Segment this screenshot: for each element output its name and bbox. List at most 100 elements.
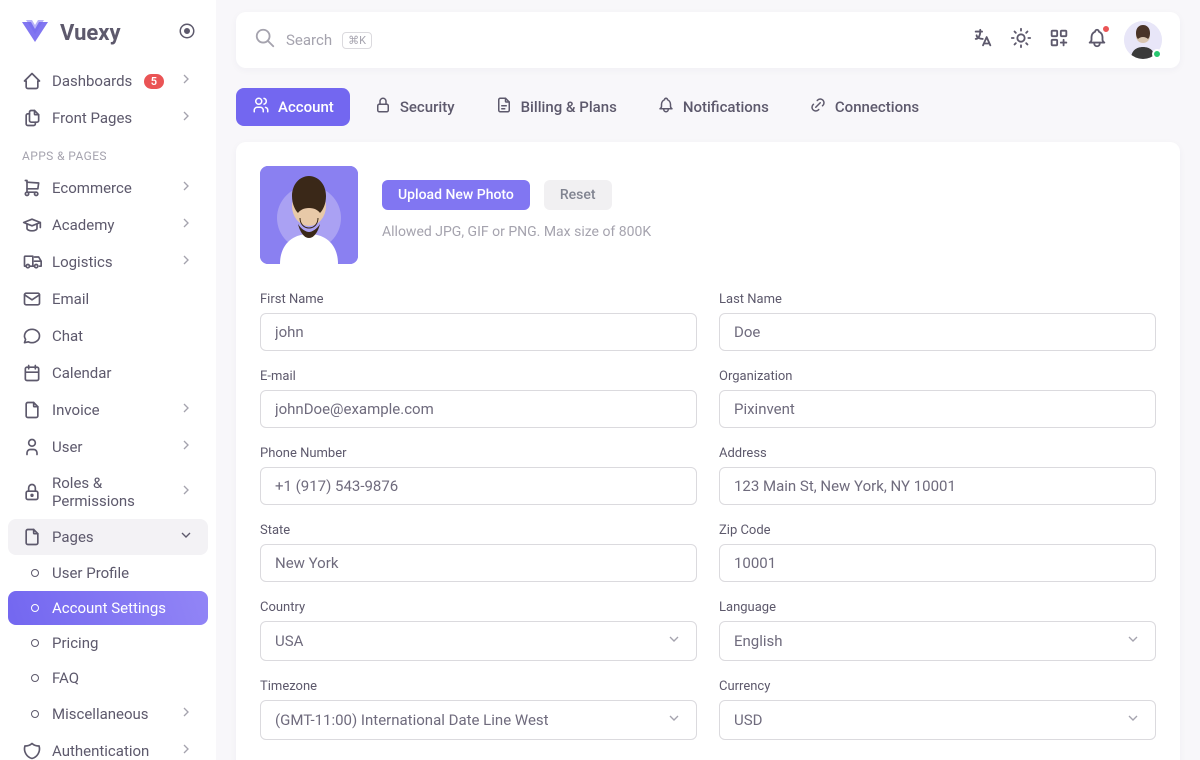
chevron-right-icon	[178, 482, 194, 502]
search-input[interactable]: Search ⌘K	[254, 27, 960, 53]
shield-icon	[22, 741, 42, 760]
nav-label: Ecommerce	[52, 179, 168, 197]
apps-icon[interactable]	[1048, 27, 1070, 53]
language-icon[interactable]	[972, 27, 994, 53]
school-icon	[22, 215, 42, 235]
sidebar-item-dashboards[interactable]: Dashboards 5	[8, 63, 208, 99]
nav-label: User Profile	[52, 564, 129, 582]
nav-label: User	[52, 438, 168, 456]
sidebar-item-academy[interactable]: Academy	[8, 207, 208, 243]
tab-notifications[interactable]: Notifications	[641, 88, 785, 126]
field-timezone: Timezone (GMT-11:00) International Date …	[260, 679, 697, 740]
field-label: Language	[719, 600, 1156, 615]
chevron-right-icon	[178, 400, 194, 420]
tab-account[interactable]: Account	[236, 88, 350, 126]
sidebar-item-calendar[interactable]: Calendar	[8, 355, 208, 391]
phone-input[interactable]	[260, 467, 697, 505]
dot-icon	[28, 636, 42, 650]
badge-count: 5	[144, 74, 164, 89]
email-input[interactable]	[260, 390, 697, 428]
field-label: Currency	[719, 679, 1156, 694]
sidebar-item-user[interactable]: User	[8, 429, 208, 465]
chevron-right-icon	[178, 437, 194, 457]
sidebar-sub-account-settings[interactable]: Account Settings	[8, 591, 208, 625]
sidebar-item-logistics[interactable]: Logistics	[8, 244, 208, 280]
tab-connections[interactable]: Connections	[793, 88, 935, 126]
field-currency: Currency USD	[719, 679, 1156, 740]
cart-icon	[22, 178, 42, 198]
link-icon	[809, 96, 827, 118]
header-bar: Search ⌘K	[236, 12, 1180, 68]
theme-icon[interactable]	[1010, 27, 1032, 53]
field-label: State	[260, 523, 697, 538]
home-icon	[22, 71, 42, 91]
nav-label: Dashboards	[52, 72, 134, 90]
nav-label: Academy	[52, 216, 168, 234]
file-icon	[495, 96, 513, 118]
field-phone: Phone Number	[260, 446, 697, 505]
brand[interactable]: Vuexy	[8, 12, 208, 62]
nav-label: Invoice	[52, 401, 168, 419]
nav-label: Miscellaneous	[52, 705, 168, 723]
address-input[interactable]	[719, 467, 1156, 505]
sidebar-item-email[interactable]: Email	[8, 281, 208, 317]
sidebar-sub-pricing[interactable]: Pricing	[8, 626, 208, 660]
organization-input[interactable]	[719, 390, 1156, 428]
state-input[interactable]	[260, 544, 697, 582]
brand-logo-icon	[20, 20, 50, 46]
sidebar-item-chat[interactable]: Chat	[8, 318, 208, 354]
tab-label: Connections	[835, 98, 919, 116]
zip-input[interactable]	[719, 544, 1156, 582]
tab-label: Security	[400, 98, 455, 116]
calendar-icon	[22, 363, 42, 383]
tab-label: Billing & Plans	[521, 98, 617, 116]
sidebar-sub-user-profile[interactable]: User Profile	[8, 556, 208, 590]
last-name-input[interactable]	[719, 313, 1156, 351]
field-state: State	[260, 523, 697, 582]
sidebar-item-front-pages[interactable]: Front Pages	[8, 100, 208, 136]
radio-target-icon[interactable]	[178, 22, 196, 44]
chevron-right-icon	[178, 741, 194, 760]
field-label: First Name	[260, 292, 697, 307]
field-address: Address	[719, 446, 1156, 505]
field-language: Language English	[719, 600, 1156, 661]
bell-icon	[657, 96, 675, 118]
nav-label: Roles & Permissions	[52, 474, 168, 510]
timezone-select[interactable]: (GMT-11:00) International Date Line West	[260, 700, 697, 740]
upload-photo-button[interactable]: Upload New Photo	[382, 180, 530, 210]
sidebar-item-invoice[interactable]: Invoice	[8, 392, 208, 428]
sidebar-item-ecommerce[interactable]: Ecommerce	[8, 170, 208, 206]
nav-label: Front Pages	[52, 109, 168, 127]
sidebar-item-roles[interactable]: Roles & Permissions	[8, 466, 208, 518]
sidebar-item-pages[interactable]: Pages	[8, 519, 208, 555]
currency-select[interactable]: USD	[719, 700, 1156, 740]
sidebar-sub-faq[interactable]: FAQ	[8, 661, 208, 695]
profile-photo	[260, 166, 358, 264]
field-label: E-mail	[260, 369, 697, 384]
chevron-right-icon	[178, 252, 194, 272]
reset-photo-button[interactable]: Reset	[544, 180, 612, 210]
tab-security[interactable]: Security	[358, 88, 471, 126]
first-name-input[interactable]	[260, 313, 697, 351]
field-label: Timezone	[260, 679, 697, 694]
country-select[interactable]: USA	[260, 621, 697, 661]
dot-icon	[28, 566, 42, 580]
sidebar-item-authentication[interactable]: Authentication	[8, 733, 208, 760]
user-avatar[interactable]	[1124, 21, 1162, 59]
field-organization: Organization	[719, 369, 1156, 428]
select-value: (GMT-11:00) International Date Line West	[275, 711, 549, 729]
users-icon	[252, 96, 270, 118]
language-select[interactable]: English	[719, 621, 1156, 661]
field-label: Country	[260, 600, 697, 615]
field-zip: Zip Code	[719, 523, 1156, 582]
dot-icon	[28, 707, 42, 721]
chevron-down-icon	[1125, 710, 1141, 730]
nav-label: Authentication	[52, 742, 168, 760]
notifications-icon[interactable]	[1086, 27, 1108, 53]
tab-billing[interactable]: Billing & Plans	[479, 88, 633, 126]
settings-tabs: Account Security Billing & Plans Notific…	[236, 88, 1180, 126]
account-card: Upload New Photo Reset Allowed JPG, GIF …	[236, 142, 1180, 760]
nav-label: Pricing	[52, 634, 98, 652]
sidebar: Vuexy Dashboards 5 Front Pages APPS & PA…	[0, 0, 216, 760]
sidebar-sub-misc[interactable]: Miscellaneous	[8, 696, 208, 732]
